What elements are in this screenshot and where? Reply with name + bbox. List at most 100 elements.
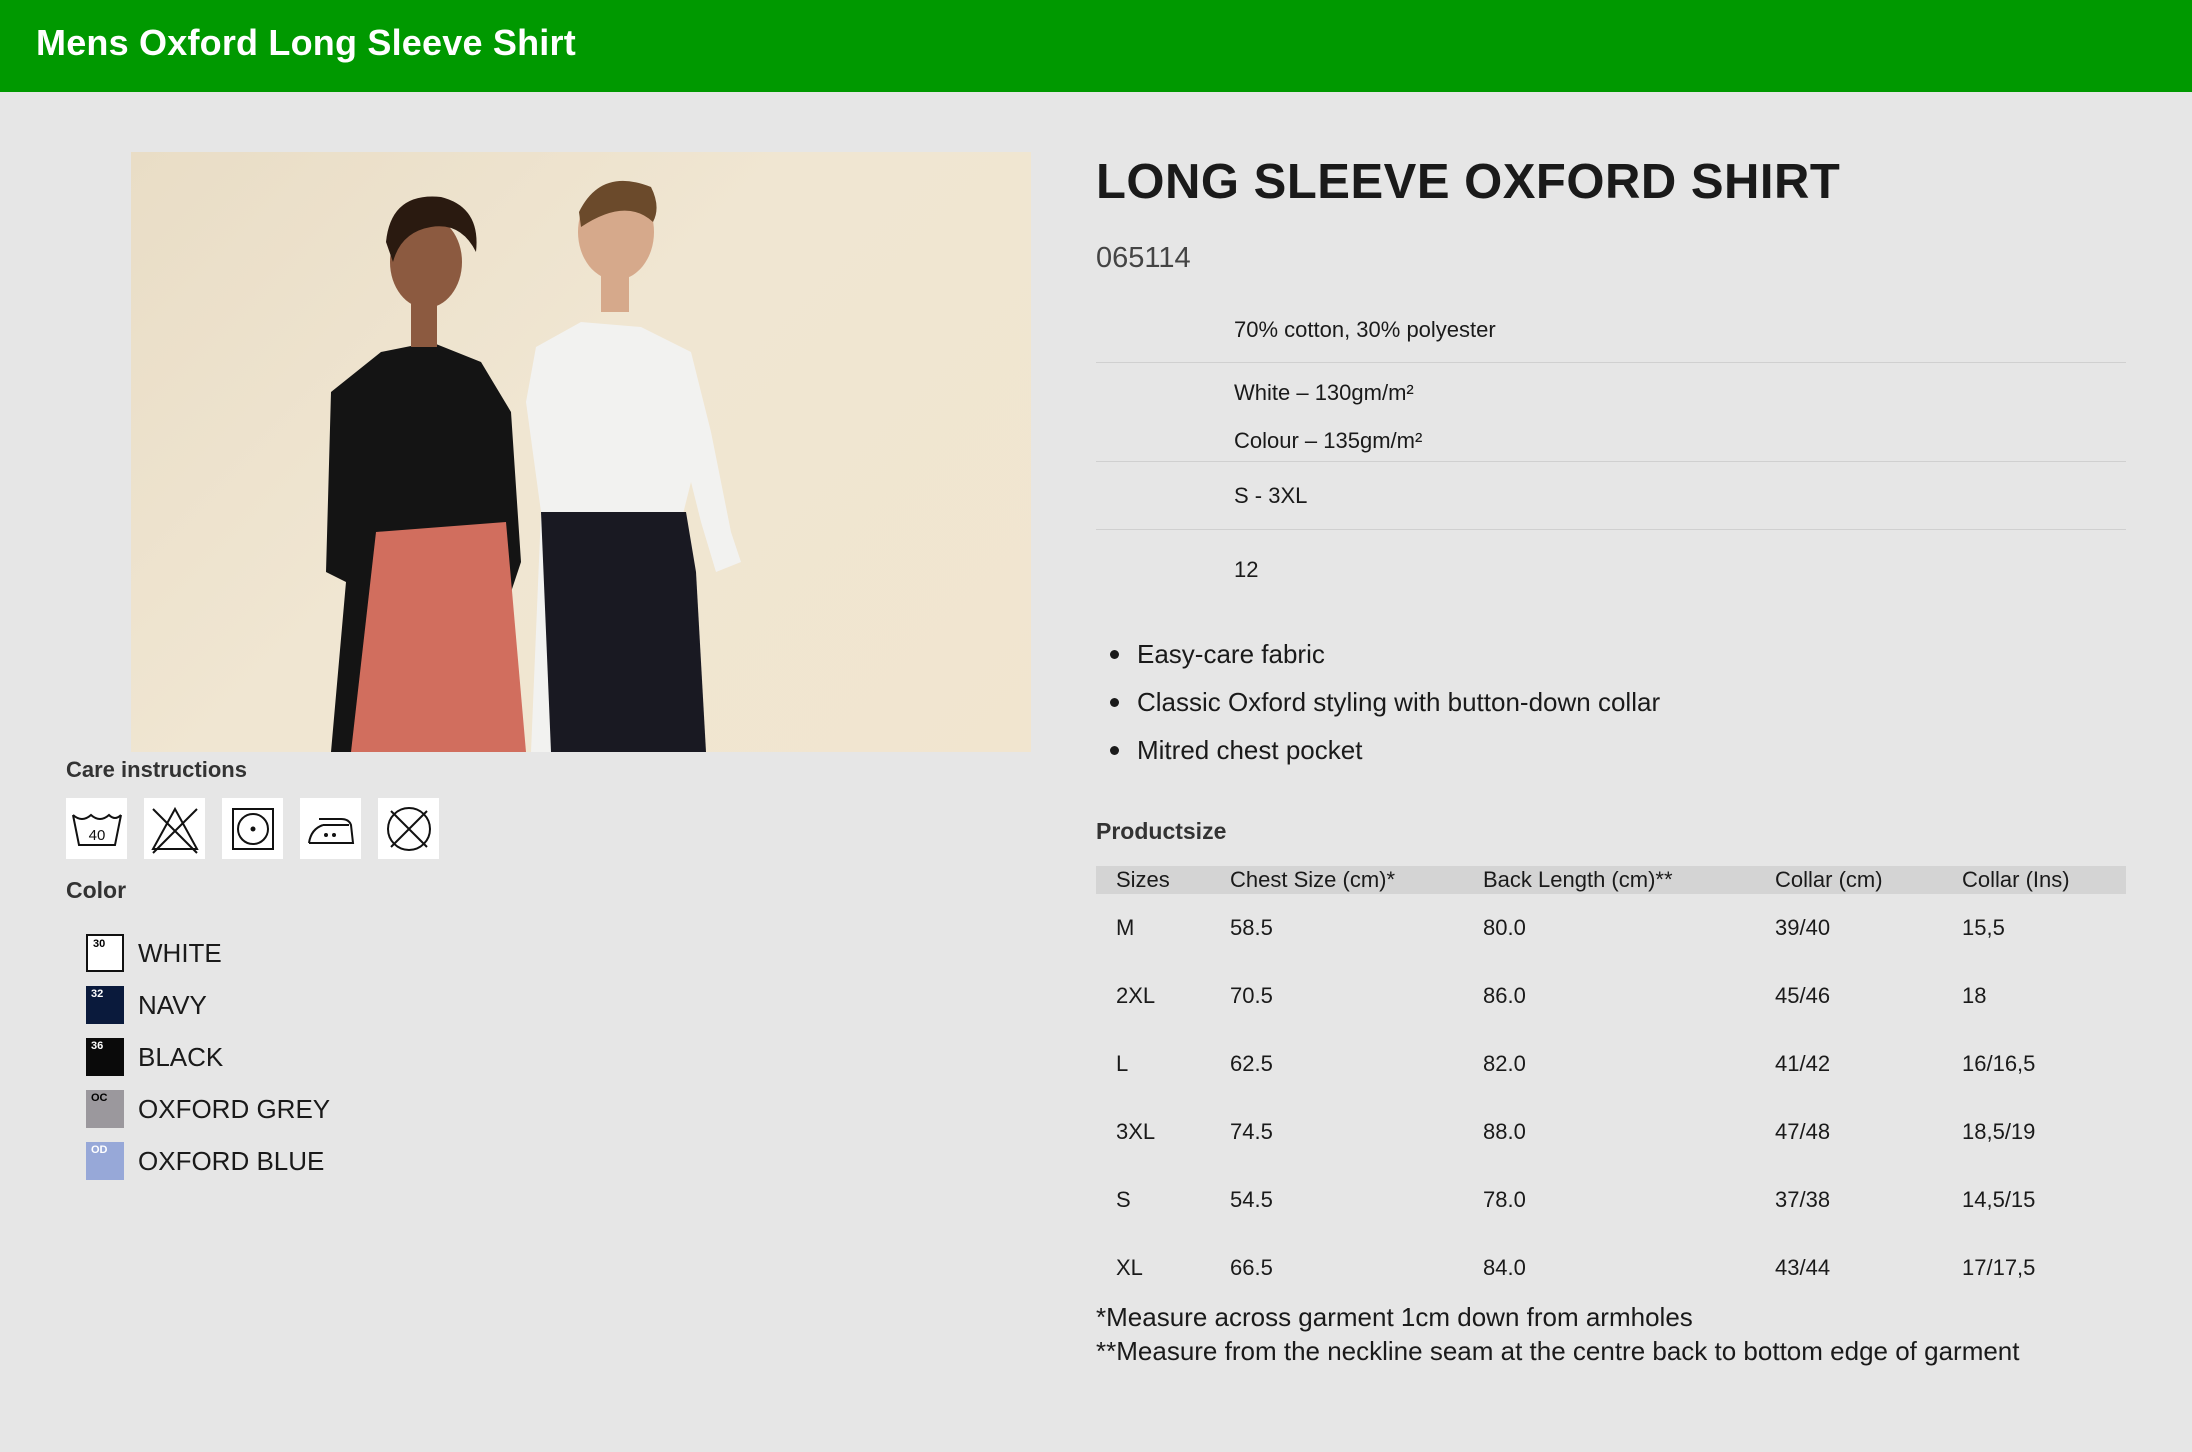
product-title: LONG SLEEVE OXFORD SHIRT (1096, 155, 1841, 209)
table-cell: 47/48 (1775, 1119, 1831, 1144)
table-row: 3XL 74.5 88.0 47/48 18,5/19 (1096, 1098, 2126, 1166)
color-code: 30 (93, 938, 106, 950)
bullet-icon (1110, 649, 1119, 659)
table-cell: 16/16,5 (1962, 1051, 2036, 1076)
table-cell: 37/38 (1775, 1187, 1831, 1212)
footnote-chest: *Measure across garment 1cm down from ar… (1096, 1302, 1693, 1332)
table-cell: 82.0 (1483, 1051, 1526, 1076)
table-cell: 80.0 (1483, 915, 1526, 940)
table-cell: XL (1116, 1255, 1143, 1280)
table-cell: 74.5 (1230, 1119, 1273, 1144)
table-cell: S (1116, 1187, 1131, 1212)
feature-text: Classic Oxford styling with button-down … (1137, 687, 1661, 717)
product-photo (131, 152, 1031, 752)
spec-weight-colour: Colour – 135gm/m² (1234, 428, 1423, 453)
table-cell: 66.5 (1230, 1255, 1273, 1280)
feature-text: Easy-care fabric (1137, 639, 1325, 669)
feature-list: Easy-care fabric Classic Oxford styling … (1110, 630, 1660, 774)
no-dry-clean-icon (378, 798, 439, 859)
table-cell: 15,5 (1962, 915, 2005, 940)
care-instructions-heading: Care instructions (66, 757, 247, 782)
bullet-icon (1110, 745, 1119, 755)
wash-40-icon: 40 (66, 798, 127, 859)
color-heading: Color (66, 877, 127, 903)
table-cell: 62.5 (1230, 1051, 1273, 1076)
no-bleach-icon (144, 798, 205, 859)
spec-pack-row: 12 (1096, 530, 2126, 598)
feature-item: Mitred chest pocket (1110, 726, 1660, 774)
table-cell: 58.5 (1230, 915, 1273, 940)
column-header: Collar (Ins) (1962, 866, 2126, 894)
size-table-heading: Productsize (1096, 818, 1227, 844)
table-cell: 88.0 (1483, 1119, 1526, 1144)
feature-item: Easy-care fabric (1110, 630, 1660, 678)
color-option[interactable]: OD OXFORD BLUE (86, 1135, 330, 1187)
color-option[interactable]: 30 WHITE (86, 927, 330, 979)
table-cell: 84.0 (1483, 1255, 1526, 1280)
table-cell: 45/46 (1775, 983, 1831, 1008)
svg-text:40: 40 (88, 827, 105, 844)
table-cell: 17/17,5 (1962, 1255, 2036, 1280)
color-swatch: 30 (86, 934, 124, 972)
color-code: 36 (91, 1040, 104, 1052)
spec-pack: 12 (1234, 557, 1259, 582)
table-cell: 3XL (1116, 1119, 1156, 1144)
spec-material: 70% cotton, 30% polyester (1234, 317, 1496, 342)
color-option[interactable]: 32 NAVY (86, 979, 330, 1031)
size-table: Sizes Chest Size (cm)* Back Length (cm)*… (1096, 866, 2126, 1302)
feature-text: Mitred chest pocket (1137, 735, 1363, 765)
table-cell: 18 (1962, 983, 1987, 1008)
column-header: Collar (cm) (1775, 866, 1962, 894)
table-row: S 54.5 78.0 37/38 14,5/15 (1096, 1166, 2126, 1234)
table-cell: 14,5/15 (1962, 1187, 2036, 1212)
color-option[interactable]: OC OXFORD GREY (86, 1083, 330, 1135)
color-name: WHITE (138, 937, 222, 968)
color-code: OD (91, 1144, 108, 1156)
care-icons: 40 (66, 798, 439, 859)
table-cell: 39/40 (1775, 915, 1831, 940)
color-list: 30 WHITE 32 NAVY 36 BLACK OC OXFORD GREY… (86, 927, 330, 1187)
color-swatch: OC (86, 1090, 124, 1128)
iron-medium-icon (300, 798, 361, 859)
color-code: 32 (91, 988, 104, 1000)
color-swatch: 36 (86, 1038, 124, 1076)
table-cell: 86.0 (1483, 983, 1526, 1008)
color-name: OXFORD BLUE (138, 1145, 325, 1176)
color-option[interactable]: 36 BLACK (86, 1031, 330, 1083)
table-cell: 2XL (1116, 983, 1156, 1008)
column-header: Chest Size (cm)* (1230, 866, 1483, 894)
spec-sizes: S - 3XL (1234, 483, 1308, 508)
table-cell: 43/44 (1775, 1255, 1831, 1280)
bullet-icon (1110, 697, 1119, 707)
footnote-back-length: **Measure from the neckline seam at the … (1096, 1336, 2020, 1366)
table-row: L 62.5 82.0 41/42 16/16,5 (1096, 1030, 2126, 1098)
table-cell: 41/42 (1775, 1051, 1831, 1076)
table-row: 2XL 70.5 86.0 45/46 18 (1096, 962, 2126, 1030)
color-name: BLACK (138, 1041, 224, 1072)
spec-sizes-row: S - 3XL (1096, 462, 2126, 530)
table-cell: 54.5 (1230, 1187, 1273, 1212)
column-header: Back Length (cm)** (1483, 866, 1775, 894)
table-cell: 18,5/19 (1962, 1119, 2036, 1144)
spec-list: 70% cotton, 30% polyester White – 130gm/… (1096, 300, 2126, 598)
table-cell: M (1116, 915, 1135, 940)
color-name: NAVY (138, 989, 207, 1020)
table-row: M 58.5 80.0 39/40 15,5 (1096, 894, 2126, 962)
color-swatch: OD (86, 1142, 124, 1180)
table-row: XL 66.5 84.0 43/44 17/17,5 (1096, 1234, 2126, 1302)
table-cell: L (1116, 1051, 1129, 1076)
color-swatch: 32 (86, 986, 124, 1024)
table-cell: 78.0 (1483, 1187, 1526, 1212)
feature-item: Classic Oxford styling with button-down … (1110, 678, 1660, 726)
spec-material-row: 70% cotton, 30% polyester (1096, 300, 2126, 363)
table-cell: 70.5 (1230, 983, 1273, 1008)
color-name: OXFORD GREY (138, 1093, 331, 1124)
header-bar: Mens Oxford Long Sleeve Shirt (0, 0, 2192, 92)
color-code: OC (91, 1092, 108, 1104)
spec-weight-row: White – 130gm/m² Colour – 135gm/m² (1096, 363, 2126, 462)
spec-weight-white: White – 130gm/m² (1234, 380, 1414, 405)
product-code: 065114 (1096, 242, 1191, 274)
tumble-dry-icon (222, 798, 283, 859)
column-header: Sizes (1096, 866, 1230, 894)
size-table-header-row: Sizes Chest Size (cm)* Back Length (cm)*… (1096, 866, 2126, 894)
